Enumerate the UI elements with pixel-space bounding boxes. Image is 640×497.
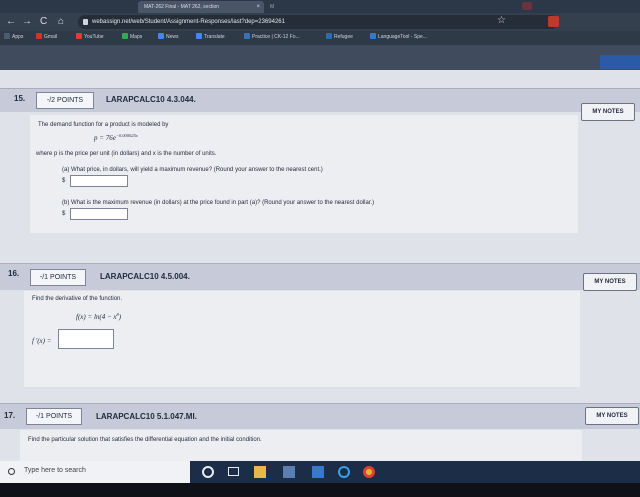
languagetool-icon (370, 33, 376, 39)
ck12-icon (244, 33, 250, 39)
question-number: 16. (8, 269, 20, 278)
bookmark-youtube[interactable]: YouTube (76, 33, 104, 42)
function-formula: f(x) = ln(4 − x8) (76, 312, 122, 321)
derivative-input[interactable] (58, 329, 114, 349)
page-header-band (0, 45, 640, 70)
tab-title: MAT-262 Final - MAT 262, section (144, 4, 220, 10)
bookmark-apps[interactable]: Apps (4, 33, 23, 42)
bookmark-maps[interactable]: Maps (122, 33, 142, 42)
tab-second[interactable]: M (264, 1, 354, 13)
currency-symbol: $ (62, 178, 66, 184)
mail-icon[interactable] (312, 466, 324, 478)
part-a-prompt: (a) What price, in dollars, will yield a… (62, 167, 323, 173)
youtube-icon (76, 33, 82, 39)
question-code: LARAPCALC10 4.5.004. (100, 272, 190, 281)
translate-icon (196, 33, 202, 39)
answer-a-input[interactable] (70, 175, 128, 187)
formula-lhs: p = 76e (94, 134, 116, 142)
address-bar[interactable]: webassign.net/web/Student/Assignment-Res… (78, 15, 558, 29)
bookmark-translate[interactable]: Translate (196, 33, 225, 42)
bookmark-languagetool[interactable]: LanguageTool - Spe... (370, 33, 427, 42)
browser-tab-bar: MAT-262 Final - MAT 262, section × M (0, 0, 640, 13)
store-icon[interactable] (283, 466, 295, 478)
question-intro: The demand function for a product is mod… (38, 122, 169, 128)
lock-icon (83, 19, 88, 25)
chrome-icon[interactable] (363, 466, 375, 478)
question-15-header: 15. -/2 POINTS LARAPCALC10 4.3.044. (0, 88, 640, 112)
tab-active[interactable]: MAT-262 Final - MAT 262, section × (138, 1, 264, 13)
demand-formula: p = 76e−0.000025x (94, 133, 138, 142)
my-notes-button[interactable]: MY NOTES (581, 103, 635, 121)
formula-left: f(x) = ln(4 − x (76, 313, 117, 321)
bookmark-gmail[interactable]: Gmail (36, 33, 57, 42)
question-15-body: The demand function for a product is mod… (30, 115, 578, 233)
question-17-header: 17. -/1 POINTS LARAPCALC10 5.1.047.MI. (0, 403, 640, 429)
points-badge[interactable]: -/2 POINTS (36, 92, 94, 109)
reload-icon[interactable]: C (40, 16, 47, 28)
page-content: 15. -/2 POINTS LARAPCALC10 4.3.044. MY N… (0, 45, 640, 461)
bookmark-ck12[interactable]: Practice | CK-12 Fo... (244, 33, 300, 42)
minimize-icon[interactable] (522, 2, 532, 10)
question-16-body: Find the derivative of the function. f(x… (24, 291, 580, 387)
currency-symbol-b: $ (62, 211, 66, 217)
apps-icon (4, 33, 10, 39)
points-badge[interactable]: -/1 POINTS (26, 408, 82, 425)
my-notes-button[interactable]: MY NOTES (585, 407, 639, 425)
file-explorer-icon[interactable] (254, 466, 266, 478)
task-view-icon[interactable] (228, 467, 239, 476)
question-intro: Find the derivative of the function. (32, 296, 123, 302)
question-intro: Find the particular solution that satisf… (28, 437, 262, 443)
tab-title-2: M (270, 4, 275, 10)
screen-bezel (0, 483, 640, 497)
points-badge[interactable]: -/1 POINTS (30, 269, 86, 286)
derivative-label: f ′(x) = (32, 337, 52, 345)
close-icon[interactable]: × (256, 1, 260, 13)
taskbar-search[interactable]: Type here to search (0, 461, 190, 483)
refugee-icon (326, 33, 332, 39)
back-icon[interactable]: ← (6, 16, 16, 28)
where-text: where p is the price per unit (in dollar… (36, 151, 217, 157)
question-code: LARAPCALC10 5.1.047.MI. (96, 412, 197, 421)
bookmark-news[interactable]: News (158, 33, 179, 42)
windows-taskbar: Type here to search (0, 461, 640, 483)
star-icon[interactable]: ☆ (497, 15, 506, 26)
news-icon (158, 33, 164, 39)
question-number: 15. (14, 94, 26, 103)
formula-exponent: −0.000025x (115, 133, 138, 138)
search-placeholder: Type here to search (24, 467, 86, 474)
formula-right: ) (118, 313, 122, 321)
search-icon (8, 468, 15, 475)
question-17-body: Find the particular solution that satisf… (20, 430, 582, 461)
home-icon[interactable]: ⌂ (58, 16, 64, 28)
question-code: LARAPCALC10 4.3.044. (106, 95, 196, 104)
gmail-icon (36, 33, 42, 39)
extension-icon[interactable] (548, 16, 559, 27)
forward-icon[interactable]: → (22, 16, 32, 28)
bookmark-refugee[interactable]: Refugee (326, 33, 353, 42)
url-text: webassign.net/web/Student/Assignment-Res… (92, 19, 285, 25)
page-header-accent (600, 55, 640, 69)
cortana-icon[interactable] (202, 466, 214, 478)
answer-b-input[interactable] (70, 208, 128, 220)
edge-icon[interactable] (338, 466, 350, 478)
part-b-prompt: (b) What is the maximum revenue (in doll… (62, 200, 375, 206)
question-number: 17. (4, 411, 16, 420)
my-notes-button[interactable]: MY NOTES (583, 273, 637, 291)
question-16-header: 16. -/1 POINTS LARAPCALC10 4.5.004. (0, 263, 640, 290)
browser-toolbar: ← → C ⌂ webassign.net/web/Student/Assign… (0, 13, 640, 31)
formula-exponent: 8 (116, 312, 119, 317)
maps-icon (122, 33, 128, 39)
bookmarks-bar: Apps Gmail YouTube Maps News Translate P… (0, 31, 640, 45)
